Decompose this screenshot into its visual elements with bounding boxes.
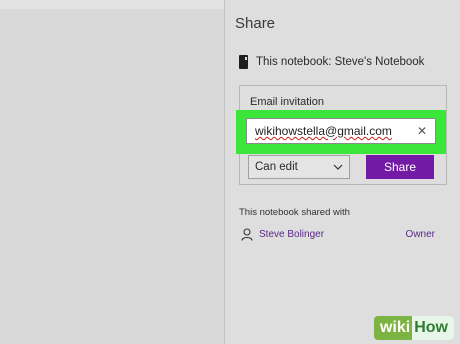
- left-pane: [0, 0, 224, 344]
- email-input-value[interactable]: wikihowstella@gmail.com: [255, 124, 417, 138]
- email-invitation-label: Email invitation: [250, 96, 324, 108]
- permission-select[interactable]: Can edit: [248, 155, 350, 179]
- notebook-label: This notebook: Steve's Notebook: [256, 56, 425, 68]
- share-panel-title: Share: [235, 15, 276, 32]
- watermark-wiki: wiki: [373, 316, 413, 340]
- wikihow-watermark: wiki How: [373, 316, 454, 340]
- left-pane-top-strip: [0, 0, 224, 9]
- shared-with-heading: This notebook shared with: [239, 207, 350, 218]
- chevron-down-icon: [333, 164, 343, 170]
- notebook-row: This notebook: Steve's Notebook: [239, 55, 424, 69]
- notebook-icon: [239, 55, 248, 69]
- watermark-how: How: [412, 316, 454, 340]
- close-icon[interactable]: ✕: [417, 124, 427, 138]
- shared-user-row: Steve Bolinger Owner: [241, 228, 435, 241]
- share-button[interactable]: Share: [366, 155, 434, 179]
- shared-user-name[interactable]: Steve Bolinger: [259, 229, 406, 240]
- shared-user-role[interactable]: Owner: [406, 229, 435, 240]
- permission-select-value: Can edit: [255, 161, 298, 173]
- person-icon: [241, 228, 253, 241]
- email-input[interactable]: wikihowstella@gmail.com ✕: [246, 118, 436, 144]
